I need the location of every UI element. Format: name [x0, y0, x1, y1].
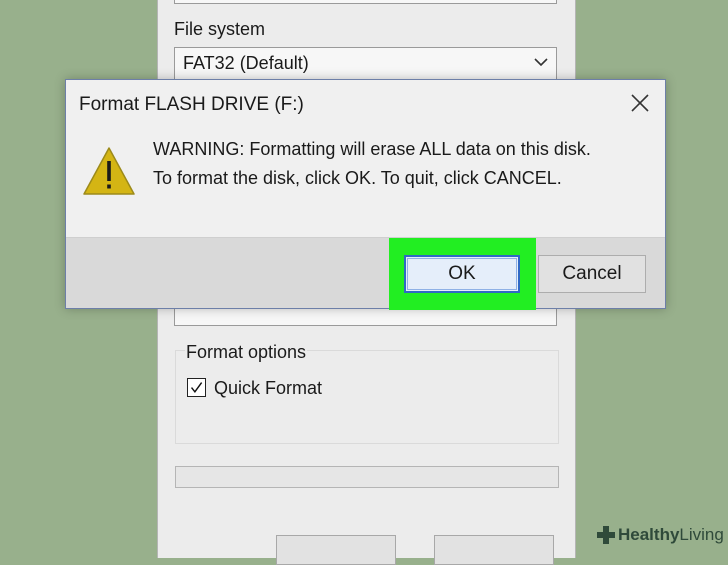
start-button[interactable] [276, 535, 396, 565]
format-progress-bar [175, 466, 559, 488]
ok-button-highlight: OK [389, 238, 536, 310]
dialog-title: Format FLASH DRIVE (F:) [79, 94, 304, 115]
dialog-footer: OK Cancel [66, 237, 665, 310]
format-warning-dialog: Format FLASH DRIVE (F:) WARNING: Formatt… [65, 79, 666, 310]
cancel-button[interactable]: Cancel [538, 255, 646, 293]
file-system-value: FAT32 (Default) [183, 53, 309, 73]
quick-format-checkbox[interactable] [187, 378, 206, 397]
plus-icon [597, 526, 615, 544]
format-options-group: Quick Format [175, 350, 559, 444]
chevron-down-icon [534, 58, 548, 67]
dialog-body: WARNING: Formatting will erase ALL data … [66, 130, 665, 237]
watermark-text-regular: Living [679, 525, 724, 544]
format-options-label: Format options [185, 342, 308, 363]
warning-icon [83, 147, 135, 195]
close-button[interactable] [434, 535, 554, 565]
warning-message-line-2: To format the disk, click OK. To quit, c… [153, 168, 562, 188]
warning-message-line-1: WARNING: Formatting will erase ALL data … [153, 139, 591, 159]
watermark-text-bold: Healthy [618, 525, 680, 544]
file-system-label: File system [174, 19, 266, 39]
watermark-logo: Healthy Living [596, 523, 724, 547]
capacity-field-partial [174, 0, 557, 4]
quick-format-label: Quick Format [214, 378, 323, 398]
checkmark-icon [190, 381, 202, 393]
ok-button[interactable]: OK [404, 255, 520, 293]
file-system-select[interactable]: FAT32 (Default) [174, 47, 557, 83]
close-icon[interactable] [629, 92, 651, 114]
